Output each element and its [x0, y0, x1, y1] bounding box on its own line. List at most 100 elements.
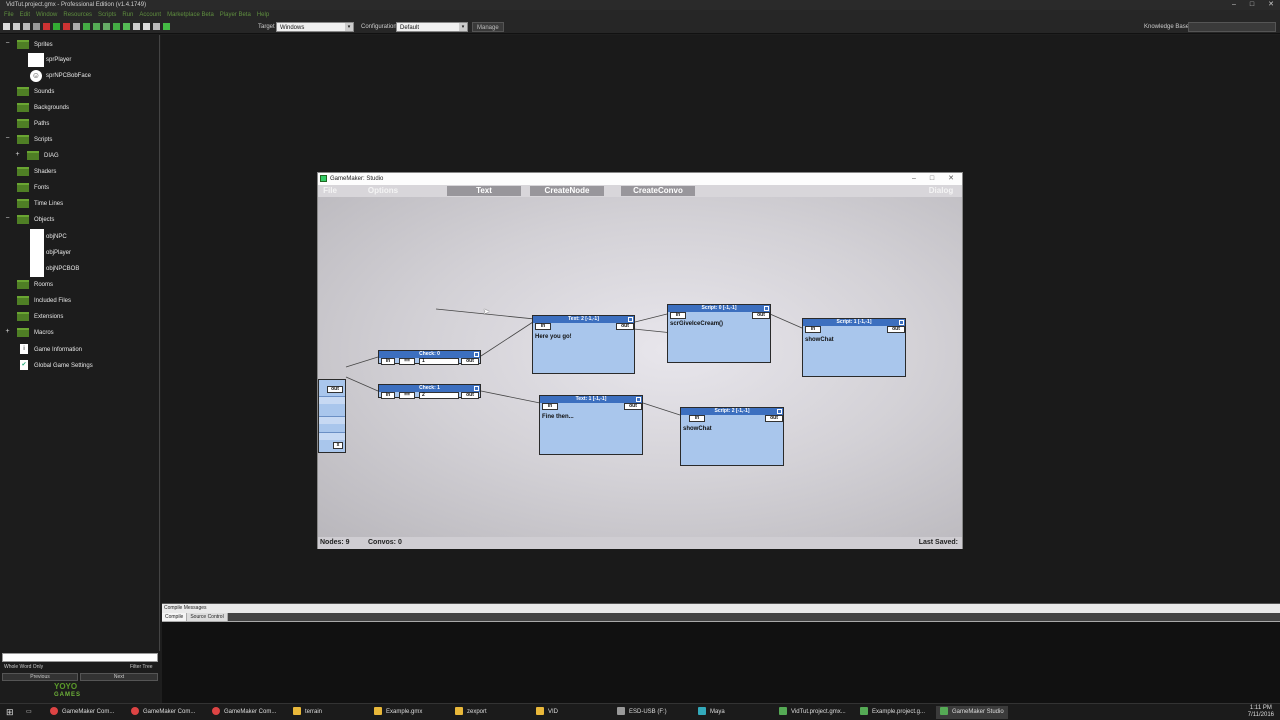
- menu-help[interactable]: Help: [257, 10, 269, 20]
- menu-run[interactable]: Run: [122, 10, 133, 20]
- script-node-1[interactable]: Script: 1 [-1,-1] in out showChat: [802, 318, 906, 377]
- out-port[interactable]: out: [624, 403, 642, 410]
- next-button[interactable]: Next: [80, 673, 158, 681]
- start-node[interactable]: out x: [318, 379, 346, 453]
- game-menu-options[interactable]: Options: [363, 186, 403, 196]
- tree-paths[interactable]: Paths: [17, 118, 49, 130]
- tree-obj-player[interactable]: objPlayer: [46, 247, 71, 259]
- taskbar-item[interactable]: GameMaker Com...: [50, 706, 114, 719]
- close-icon[interactable]: [764, 306, 769, 311]
- node-canvas[interactable]: ➤ out x Check: 0 in == 1 out Check: 1 in: [318, 197, 962, 537]
- node-body-text[interactable]: Fine then...: [542, 414, 574, 420]
- menu-marketplace[interactable]: Marketplace Beta: [167, 10, 214, 20]
- sprite-icon[interactable]: [83, 23, 90, 30]
- taskbar-item[interactable]: Example.gmx: [374, 706, 422, 719]
- start-close-port[interactable]: x: [333, 442, 343, 449]
- tree-global-game-settings[interactable]: ✔ Global Game Settings: [20, 360, 93, 372]
- taskbar-item[interactable]: Example.project.g...: [860, 706, 925, 719]
- maximize-icon[interactable]: □: [930, 173, 934, 185]
- tree-obj-npc[interactable]: objNPC: [46, 231, 67, 243]
- tree-sprites[interactable]: − Sprites: [4, 39, 53, 51]
- tree-extensions[interactable]: Extensions: [17, 311, 63, 323]
- taskbar-item-active[interactable]: GameMaker Studio: [936, 706, 1008, 719]
- new-icon[interactable]: [3, 23, 10, 30]
- value-field[interactable]: 2: [419, 392, 459, 399]
- close-icon[interactable]: [777, 409, 782, 414]
- menu-window[interactable]: Window: [36, 10, 57, 20]
- tree-backgrounds[interactable]: Backgrounds: [17, 102, 69, 114]
- export-icon[interactable]: [33, 23, 40, 30]
- close-icon[interactable]: [636, 397, 641, 402]
- menu-scripts[interactable]: Scripts: [98, 10, 116, 20]
- out-port[interactable]: out: [765, 415, 783, 422]
- filter-tree-option[interactable]: Filter Tree: [130, 663, 153, 671]
- close-icon[interactable]: ✕: [1268, 0, 1274, 10]
- node-body-text[interactable]: Here you go!: [535, 334, 572, 340]
- sound-icon[interactable]: [93, 23, 100, 30]
- taskbar-item[interactable]: zexport: [455, 706, 487, 719]
- taskbar-item[interactable]: GameMaker Com...: [131, 706, 195, 719]
- script-node-0[interactable]: Script: 0 [-1,-1] in out scrGiveIceCream…: [667, 304, 771, 363]
- node-body-text[interactable]: showChat: [683, 426, 712, 432]
- close-icon[interactable]: [899, 320, 904, 325]
- open-icon[interactable]: [13, 23, 20, 30]
- taskbar-item[interactable]: Maya: [698, 706, 725, 719]
- whole-word-option[interactable]: Whole Word Only: [4, 663, 43, 671]
- in-port[interactable]: in: [542, 403, 558, 410]
- tree-sounds[interactable]: Sounds: [17, 86, 54, 98]
- create-convo-button[interactable]: CreateConvo: [621, 186, 695, 196]
- game-menu-dialog[interactable]: Dialog: [922, 186, 960, 196]
- start-out-port[interactable]: out: [327, 386, 343, 393]
- save-icon[interactable]: [23, 23, 30, 30]
- taskbar-item[interactable]: terrain: [293, 706, 322, 719]
- text-node-1[interactable]: Text: 1 [-1,-1] in out Fine then...: [539, 395, 643, 455]
- tree-macros[interactable]: + Macros: [4, 327, 54, 339]
- maximize-icon[interactable]: □: [1250, 0, 1254, 10]
- text-node-2[interactable]: Text: 2 [-1,-1] in out Here you go!: [532, 315, 635, 374]
- in-port[interactable]: in: [535, 323, 551, 330]
- menu-resources[interactable]: Resources: [63, 10, 92, 20]
- tab-compile[interactable]: Compile: [162, 613, 186, 621]
- system-clock[interactable]: 1:11 PM 7/11/2016: [1248, 705, 1274, 719]
- tree-game-information[interactable]: i Game Information: [20, 344, 82, 356]
- settings-icon[interactable]: [153, 23, 160, 30]
- config-select[interactable]: Default ▾: [396, 22, 468, 32]
- path-icon[interactable]: [113, 23, 120, 30]
- stop-icon[interactable]: [43, 23, 50, 30]
- room-icon[interactable]: [143, 23, 150, 30]
- close-icon[interactable]: [628, 317, 633, 322]
- node-body-text[interactable]: scrGiveIceCream(): [670, 321, 723, 327]
- tree-scripts[interactable]: − Scripts: [4, 134, 52, 146]
- tree-objects[interactable]: − Objects: [4, 214, 54, 226]
- tree-spr-npc-face[interactable]: sprNPCBobFace: [46, 70, 91, 82]
- check-node-0[interactable]: Check: 0 in == 1 out: [378, 350, 481, 365]
- close-icon[interactable]: [474, 352, 479, 357]
- collapse-icon[interactable]: −: [4, 135, 11, 143]
- task-view-icon[interactable]: ▭: [26, 706, 32, 719]
- tree-fonts[interactable]: Fonts: [17, 182, 49, 194]
- tree-obj-npc-bob[interactable]: objNPCBOB: [46, 263, 79, 275]
- value-field[interactable]: 1: [419, 358, 459, 365]
- game-menu-file[interactable]: File: [320, 186, 340, 196]
- script-icon[interactable]: [123, 23, 130, 30]
- out-port[interactable]: out: [616, 323, 634, 330]
- taskbar-item[interactable]: ESD-USB (F:): [617, 706, 667, 719]
- out-port[interactable]: out: [461, 392, 479, 399]
- in-port[interactable]: in: [805, 326, 821, 333]
- debug-icon[interactable]: [63, 23, 70, 30]
- tree-included-files[interactable]: Included Files: [17, 295, 71, 307]
- menu-account[interactable]: Account: [139, 10, 161, 20]
- font-icon[interactable]: [133, 23, 140, 30]
- tree-rooms[interactable]: Rooms: [17, 279, 53, 291]
- close-icon[interactable]: [474, 386, 479, 391]
- script-node-2[interactable]: Script: 2 [-1,-1] in out showChat: [680, 407, 784, 466]
- out-port[interactable]: out: [461, 358, 479, 365]
- manage-button[interactable]: Manage: [472, 22, 504, 32]
- previous-button[interactable]: Previous: [2, 673, 78, 681]
- target-select[interactable]: Windows ▾: [276, 22, 354, 32]
- minimize-icon[interactable]: –: [912, 173, 916, 185]
- close-icon[interactable]: ✕: [948, 173, 954, 185]
- background-icon[interactable]: [103, 23, 110, 30]
- menu-edit[interactable]: Edit: [20, 10, 30, 20]
- menu-player[interactable]: Player Beta: [220, 10, 251, 20]
